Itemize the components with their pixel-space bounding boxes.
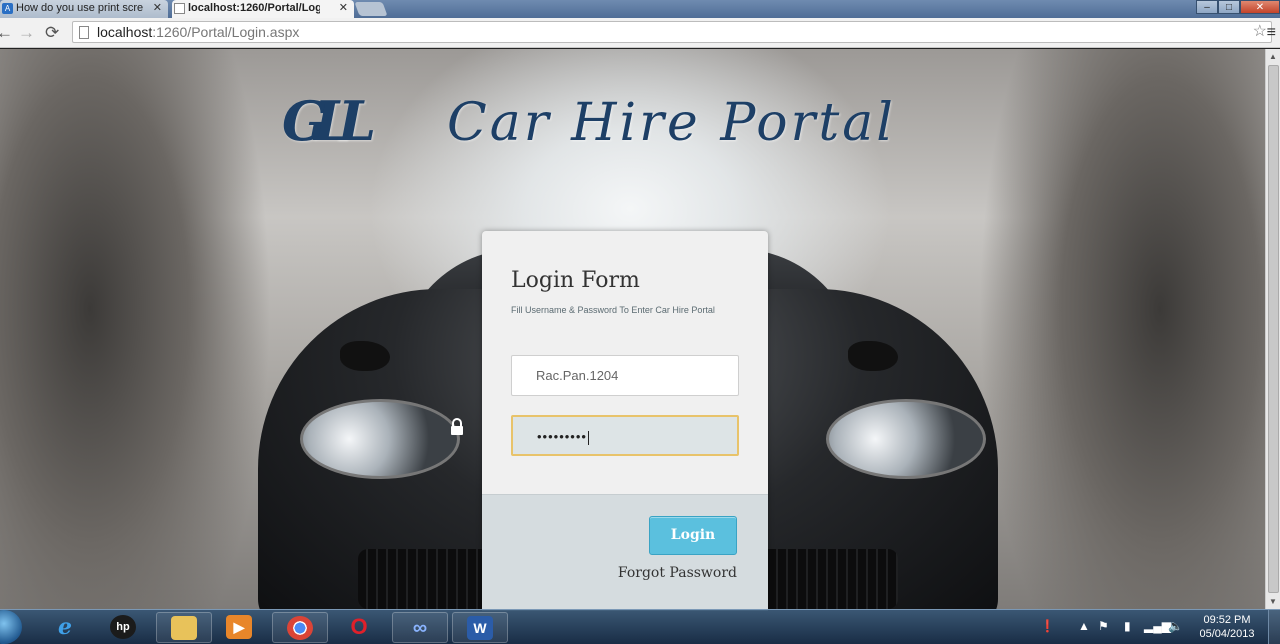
browser-titlebar: A How do you use print scre ✕ localhost:… <box>0 0 1280 18</box>
browser-toolbar: ← → ⟳ localhost:1260/Portal/Login.aspx ☆ <box>0 18 1280 48</box>
form-subtitle: Fill Username & Password To Enter Car Hi… <box>511 305 715 315</box>
scrollbar-thumb[interactable] <box>1268 65 1279 593</box>
forgot-password-link[interactable]: Forgot Password <box>604 565 737 581</box>
maximize-button[interactable]: □ <box>1218 0 1240 14</box>
reload-icon[interactable]: ⟳ <box>45 23 59 43</box>
clock-date: 05/04/2013 <box>1199 628 1255 640</box>
address-bar[interactable]: localhost:1260/Portal/Login.aspx ☆ <box>72 21 1272 43</box>
form-title: Login Form <box>511 268 640 293</box>
tab-close-icon[interactable]: ✕ <box>153 0 162 17</box>
forward-arrow-icon[interactable]: → <box>18 23 35 43</box>
action-center-alert-icon[interactable]: ❗ <box>1040 619 1055 633</box>
scroll-up-icon[interactable]: ▲ <box>1269 52 1277 61</box>
url-text: localhost:1260/Portal/Login.aspx <box>97 24 300 40</box>
bookmark-star-icon[interactable]: ☆ <box>1253 22 1267 42</box>
right-headlight <box>826 399 986 479</box>
window-controls: – □ ✕ <box>1196 0 1280 14</box>
clock-time: 09:52 PM <box>1203 614 1251 626</box>
show-desktop-button[interactable] <box>1268 610 1280 644</box>
page-icon <box>79 26 89 39</box>
battery-icon[interactable]: ▮ <box>1124 619 1131 633</box>
site-favicon-icon: A <box>2 3 13 14</box>
minimize-button[interactable]: – <box>1196 0 1218 14</box>
network-icon[interactable]: ▂▄▆ <box>1144 619 1171 633</box>
vertical-scrollbar[interactable]: ▲ ▼ <box>1265 49 1280 609</box>
windows-taskbar: e hp ▶ O ∞ W ❗ ▲ ⚑ ▮ ▂▄▆ 🔈 09:52 PM 05/0… <box>0 609 1280 644</box>
taskbar-clock[interactable]: 09:52 PM 05/04/2013 <box>1190 613 1264 641</box>
show-hidden-icons-icon[interactable]: ▲ <box>1078 619 1090 633</box>
volume-icon[interactable]: 🔈 <box>1168 619 1183 633</box>
new-tab-button[interactable] <box>354 2 388 16</box>
file-explorer-icon[interactable] <box>156 612 212 643</box>
start-button[interactable] <box>0 610 22 644</box>
tab-close-icon[interactable]: ✕ <box>339 0 348 17</box>
media-player-icon[interactable]: ▶ <box>212 612 268 643</box>
close-window-button[interactable]: ✕ <box>1240 0 1280 14</box>
page-favicon-icon <box>174 3 185 14</box>
scroll-down-icon[interactable]: ▼ <box>1269 597 1277 606</box>
word-icon[interactable]: W <box>452 612 508 643</box>
tab-print-screen[interactable]: A How do you use print scre ✕ <box>0 0 168 18</box>
logo-monogram: GLL <box>282 89 376 153</box>
left-headlight <box>300 399 460 479</box>
logo-title: Car Hire Portal <box>447 93 896 153</box>
tab-label: localhost:1260/Portal/Log <box>188 2 320 14</box>
lock-icon <box>451 418 463 435</box>
chrome-icon[interactable] <box>272 612 328 643</box>
login-button[interactable]: Login <box>649 516 737 555</box>
infinity-app-icon[interactable]: ∞ <box>392 612 448 643</box>
site-logo: GLL Car Hire Portal <box>282 89 1102 159</box>
tab-label: How do you use print scre <box>16 2 144 14</box>
back-arrow-icon[interactable]: ← <box>0 23 13 43</box>
internet-explorer-icon[interactable]: e <box>38 612 94 643</box>
tab-login[interactable]: localhost:1260/Portal/Log ✕ <box>172 0 354 18</box>
hp-icon[interactable]: hp <box>96 612 152 643</box>
username-field[interactable]: Rac.Pan.1204 <box>511 355 739 396</box>
password-mask: ••••••••• <box>537 429 587 444</box>
chrome-menu-icon[interactable]: ≡ <box>1267 24 1276 42</box>
flag-icon[interactable]: ⚑ <box>1098 619 1109 633</box>
login-form-card: Login Form Fill Username & Password To E… <box>482 231 768 611</box>
opera-icon[interactable]: O <box>332 612 388 643</box>
password-field[interactable]: ••••••••• <box>511 415 739 456</box>
